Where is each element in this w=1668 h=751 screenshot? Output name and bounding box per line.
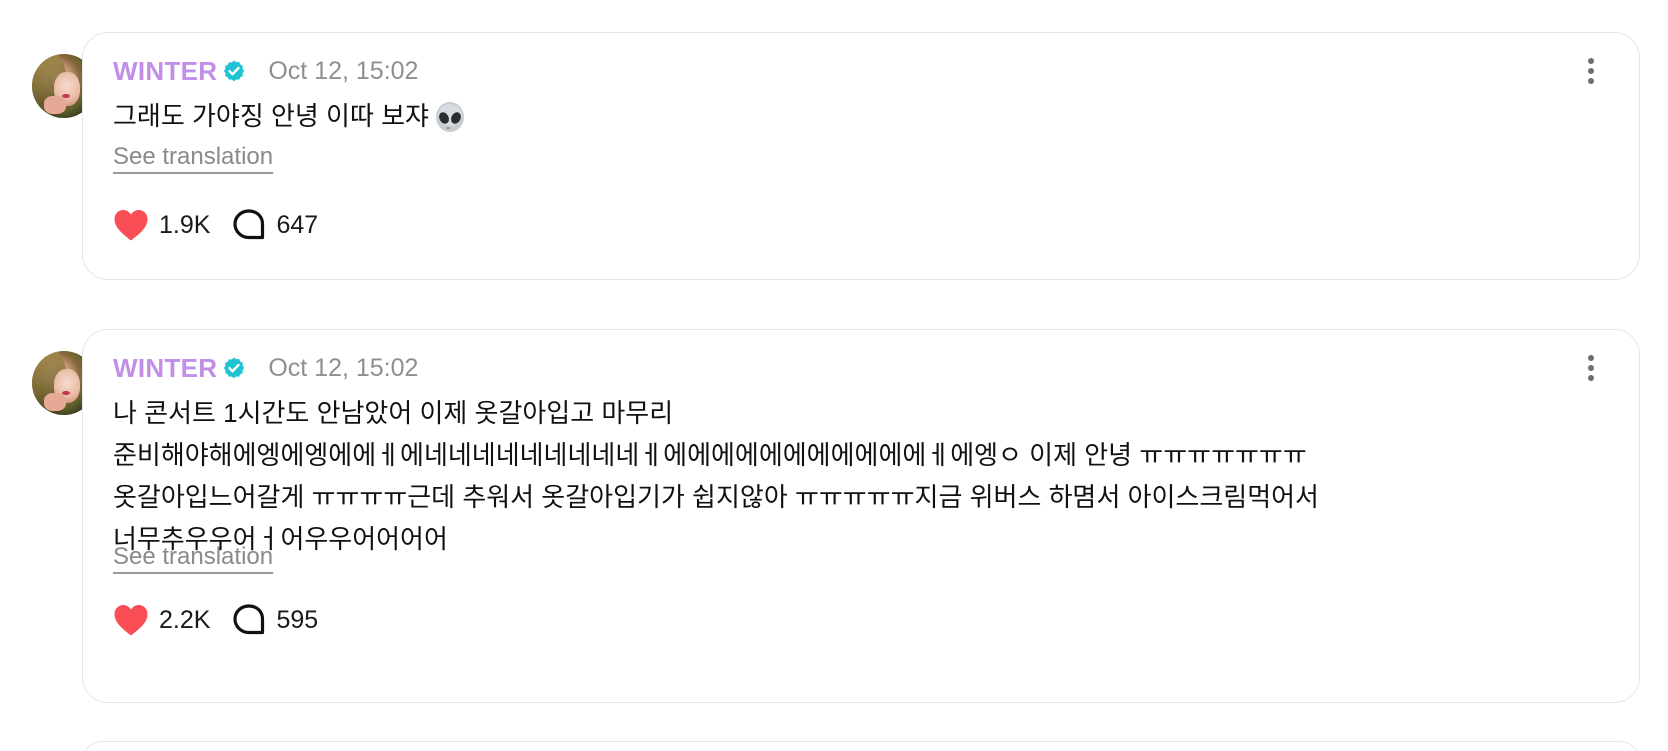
- post-text: 나 콘서트 1시간도 안남았어 이제 옷갈아입고 마무리 준비해야해에엥에엥에에…: [113, 398, 1319, 554]
- post-actions: 1.9K 647: [113, 205, 318, 245]
- comment-count: 595: [276, 605, 319, 634]
- next-post-card: [82, 741, 1640, 751]
- see-translation-link[interactable]: See translation: [113, 543, 273, 571]
- like-button[interactable]: 2.2K: [113, 603, 210, 637]
- post-header: WINTER Oct 12, 15:02: [113, 54, 418, 88]
- like-count: 2.2K: [159, 605, 211, 634]
- comment-bubble-icon: [233, 209, 265, 240]
- verified-badge-icon: [224, 357, 245, 379]
- post-timestamp: Oct 12, 15:02: [268, 56, 419, 85]
- post-header: WINTER Oct 12, 15:02: [113, 351, 418, 385]
- more-vertical-icon: [1588, 355, 1594, 361]
- comment-bubble-icon: [233, 604, 265, 635]
- verified-badge-icon: [224, 60, 245, 82]
- comment-count: 647: [276, 210, 319, 239]
- post-body: 그래도 가야징 안녕 이따 보쟈: [113, 95, 1593, 137]
- more-vertical-icon: [1588, 58, 1594, 64]
- comment-button[interactable]: 595: [232, 603, 318, 637]
- post-card: WINTER Oct 12, 15:02 그래도 가야징 안녕 이따 보쟈 Se…: [82, 32, 1640, 280]
- post-text: 그래도 가야징 안녕 이따 보쟈: [113, 101, 429, 131]
- like-count: 1.9K: [159, 210, 211, 239]
- post-actions: 2.2K 595: [113, 600, 318, 640]
- author-name[interactable]: WINTER: [113, 353, 217, 384]
- comment-button[interactable]: 647: [232, 208, 318, 242]
- post-feed: WINTER Oct 12, 15:02 그래도 가야징 안녕 이따 보쟈 Se…: [0, 0, 1668, 751]
- post-card: WINTER Oct 12, 15:02 나 콘서트 1시간도 안남았어 이제 …: [82, 329, 1640, 703]
- alien-emoji: [435, 102, 464, 133]
- post-timestamp: Oct 12, 15:02: [268, 353, 419, 382]
- heart-icon: [114, 210, 148, 241]
- see-translation-link[interactable]: See translation: [113, 143, 273, 171]
- more-options-button[interactable]: [1579, 55, 1603, 87]
- heart-icon: [114, 605, 148, 636]
- more-options-button[interactable]: [1579, 352, 1603, 384]
- like-button[interactable]: 1.9K: [113, 208, 210, 242]
- author-name[interactable]: WINTER: [113, 56, 217, 87]
- post-body: 나 콘서트 1시간도 안남았어 이제 옷갈아입고 마무리 준비해야해에엥에엥에에…: [113, 392, 1593, 560]
